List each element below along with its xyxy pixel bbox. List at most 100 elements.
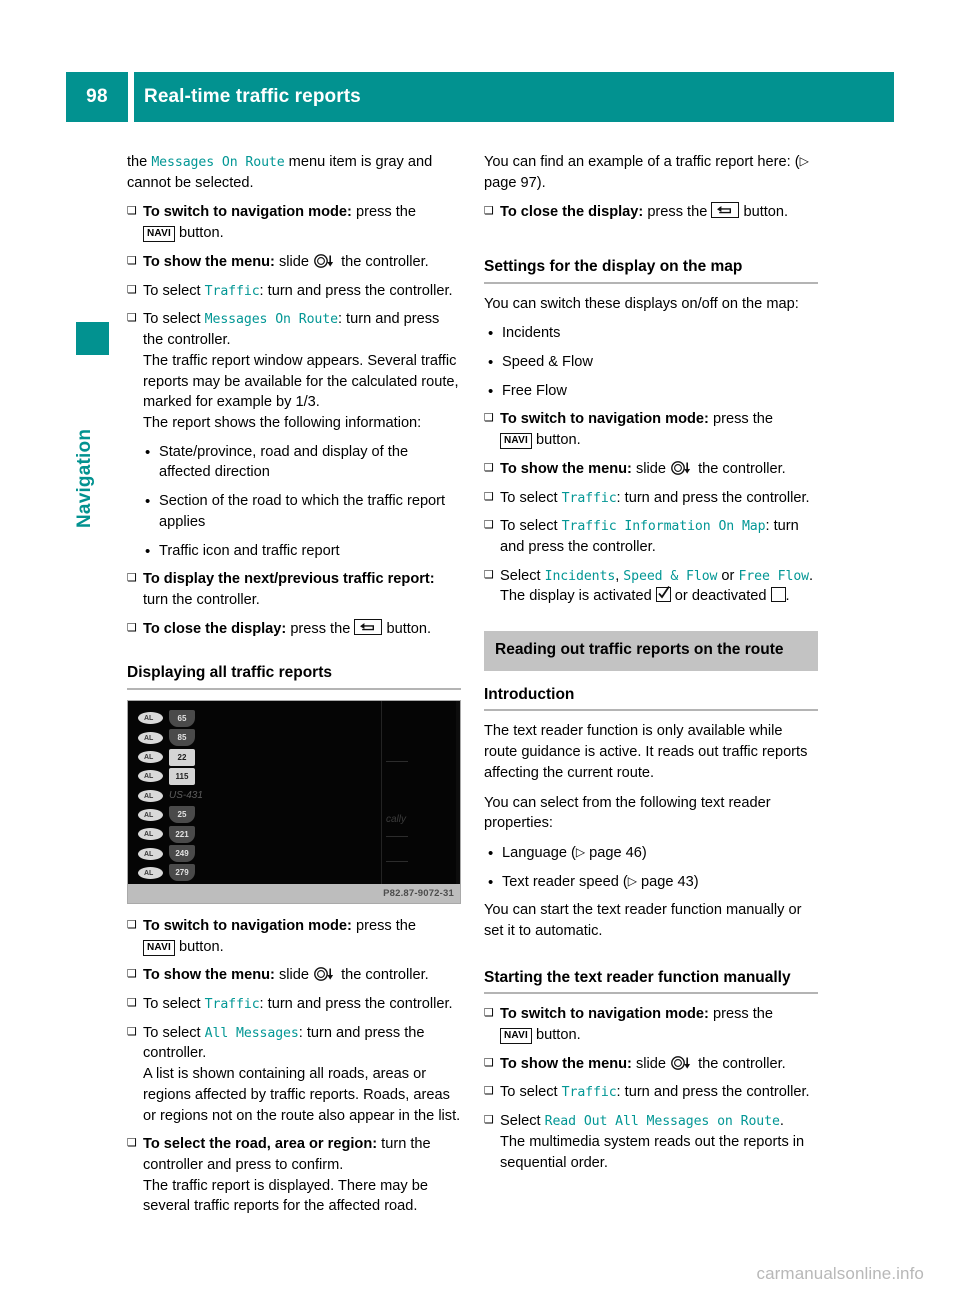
step-label: To show the menu: (500, 1055, 632, 1072)
menu-item-incidents[interactable]: Incidents (545, 569, 616, 584)
step-select-all-messages: ❑ To select All Messages: turn and press… (127, 1023, 461, 1127)
bullet-icon: • (488, 845, 494, 862)
step-note-2: The report shows the following informati… (143, 414, 422, 431)
navi-hardkey-icon[interactable]: NAVI (500, 1027, 532, 1044)
step-label: To switch to navigation mode: (500, 1006, 709, 1023)
list-item: AL 249 (138, 844, 203, 863)
heading-rule (484, 709, 818, 712)
list-item-text-reader-speed: • Text reader speed (▷ page 43) (484, 872, 818, 893)
step-marker-icon: ❑ (484, 460, 494, 474)
step-text: To select (143, 995, 205, 1012)
route-shield-icon: 65 (169, 709, 195, 727)
step-text-tail: the controller. (337, 253, 429, 270)
step-text-tail: : turn and press the controller. (616, 1084, 810, 1101)
menu-item-messages-on-route[interactable]: Messages On Route (205, 312, 338, 327)
menu-item-all-messages[interactable]: All Messages (205, 1026, 299, 1041)
step-label: To switch to navigation mode: (500, 411, 709, 428)
note-text: The display is activated (500, 588, 656, 605)
section-heading-introduction: Introduction (484, 686, 575, 704)
list-item: AL US-431 (138, 786, 203, 805)
step-marker-icon: ❑ (127, 253, 137, 267)
step-marker-icon: ❑ (127, 571, 137, 585)
route-label: US-431 (169, 789, 203, 801)
navi-hardkey-icon[interactable]: NAVI (143, 939, 175, 956)
step-text-tail: : turn and press the controller. (616, 489, 810, 506)
menu-item-free-flow[interactable]: Free Flow (738, 569, 809, 584)
step-text-tail: button. (531, 1026, 581, 1043)
step-marker-icon: ❑ (127, 967, 137, 981)
list-item: AL 115 (138, 767, 203, 786)
step-note: The display is activated or deactivated … (500, 586, 818, 607)
state-badge-icon: AL (138, 712, 163, 725)
menu-item-speed-and-flow[interactable]: Speed & Flow (623, 569, 717, 584)
step-label: To close the display: (500, 204, 644, 221)
step-text: slide (631, 460, 671, 477)
step-select-traffic: ❑ To select Traffic: turn and press the … (484, 1082, 818, 1103)
step-marker-icon: ❑ (484, 204, 494, 218)
separator: or (717, 567, 739, 584)
step-close-display: ❑ To close the display: press the button… (484, 202, 818, 223)
step-select-read-out-all-messages: ❑ Select Read Out All Messages on Route.… (484, 1111, 818, 1173)
bullet-icon: • (145, 542, 151, 560)
step-label: To switch to navigation mode: (143, 204, 352, 221)
step-note: The traffic report is displayed. There m… (143, 1177, 428, 1215)
step-text-tail: the controller. (337, 967, 429, 984)
state-badge-icon: AL (138, 751, 163, 764)
menu-item-traffic[interactable]: Traffic (205, 284, 260, 299)
back-button-icon[interactable] (354, 618, 383, 635)
section-heading-starting-text-reader: Starting the text reader function manual… (484, 968, 791, 986)
step-select-traffic: ❑ To select Traffic: turn and press the … (127, 994, 461, 1015)
menu-item-messages-on-route[interactable]: Messages On Route (151, 155, 284, 170)
checkbox-unchecked-icon[interactable] (770, 587, 786, 603)
section-box-reading-out-reports: Reading out traffic reports on the route (484, 631, 818, 672)
state-badge-icon: AL (138, 789, 163, 802)
step-show-menu: ❑ To show the menu: slide the controller… (484, 459, 818, 480)
figure-tick (386, 860, 408, 862)
step-text-tail: the controller. (694, 1055, 786, 1072)
checkbox-checked-icon[interactable] (655, 586, 671, 603)
step-text-tail: button. (174, 225, 224, 242)
menu-item-traffic[interactable]: Traffic (562, 491, 617, 506)
bullet-icon: • (488, 325, 494, 343)
page-reference-label: page 97). (484, 174, 546, 191)
introduction-body-1: The text reader function is only availab… (484, 723, 808, 781)
bullet-icon: • (145, 443, 151, 461)
bullet-icon: • (145, 493, 151, 511)
heading-rule (484, 992, 818, 995)
section-heading-map-settings: Settings for the display on the map (484, 258, 743, 276)
navi-hardkey-icon[interactable]: NAVI (143, 226, 175, 243)
figure-caption-code: P82.87-9072-31 (383, 887, 454, 899)
menu-item-traffic[interactable]: Traffic (205, 997, 260, 1012)
menu-item-traffic-information-on-map[interactable]: Traffic Information On Map (562, 519, 766, 534)
step-label: To display the next/previous traffic rep… (143, 571, 435, 588)
figure-scrollbar[interactable] (456, 700, 460, 884)
section-heading-displaying-all-reports: Displaying all traffic reports (127, 664, 332, 682)
menu-item-traffic[interactable]: Traffic (562, 1085, 617, 1100)
step-label: To select the road, area or region: (143, 1136, 378, 1153)
step-select-road-area-region: ❑ To select the road, area or region: tu… (127, 1134, 461, 1217)
state-badge-icon: AL (138, 847, 163, 860)
menu-item-read-out-all-messages-on-route[interactable]: Read Out All Messages on Route (545, 1114, 780, 1129)
controller-slide-down-icon (670, 1055, 694, 1070)
right-column: You can find an example of a traffic rep… (484, 152, 818, 1181)
list-item-incidents: • Incidents (484, 323, 818, 344)
heading-rule (127, 687, 461, 690)
back-button-icon[interactable] (711, 202, 740, 219)
route-shield-icon: 221 (169, 825, 195, 843)
figure-caption: P82.87-9072-31 (128, 883, 460, 903)
step-marker-icon: ❑ (127, 311, 137, 325)
intro-before: the (127, 154, 152, 170)
state-badge-icon: AL (138, 828, 163, 841)
controller-slide-down-icon (313, 253, 337, 268)
route-shield-icon: 85 (169, 729, 195, 747)
step-text: To select (500, 1084, 562, 1101)
navi-hardkey-icon[interactable]: NAVI (500, 433, 532, 450)
step-switch-navigation-mode: ❑ To switch to navigation mode: press th… (127, 916, 461, 957)
step-marker-icon: ❑ (484, 1113, 494, 1127)
chapter-tab-label: Navigation (74, 428, 95, 528)
step-note: A list is shown containing all roads, ar… (143, 1066, 461, 1124)
state-badge-icon: AL (138, 770, 163, 783)
paragraph-text: You can find an example of a traffic rep… (484, 154, 800, 170)
step-marker-icon: ❑ (484, 1084, 494, 1098)
list-item-label: Traffic icon and traffic report (159, 542, 340, 559)
